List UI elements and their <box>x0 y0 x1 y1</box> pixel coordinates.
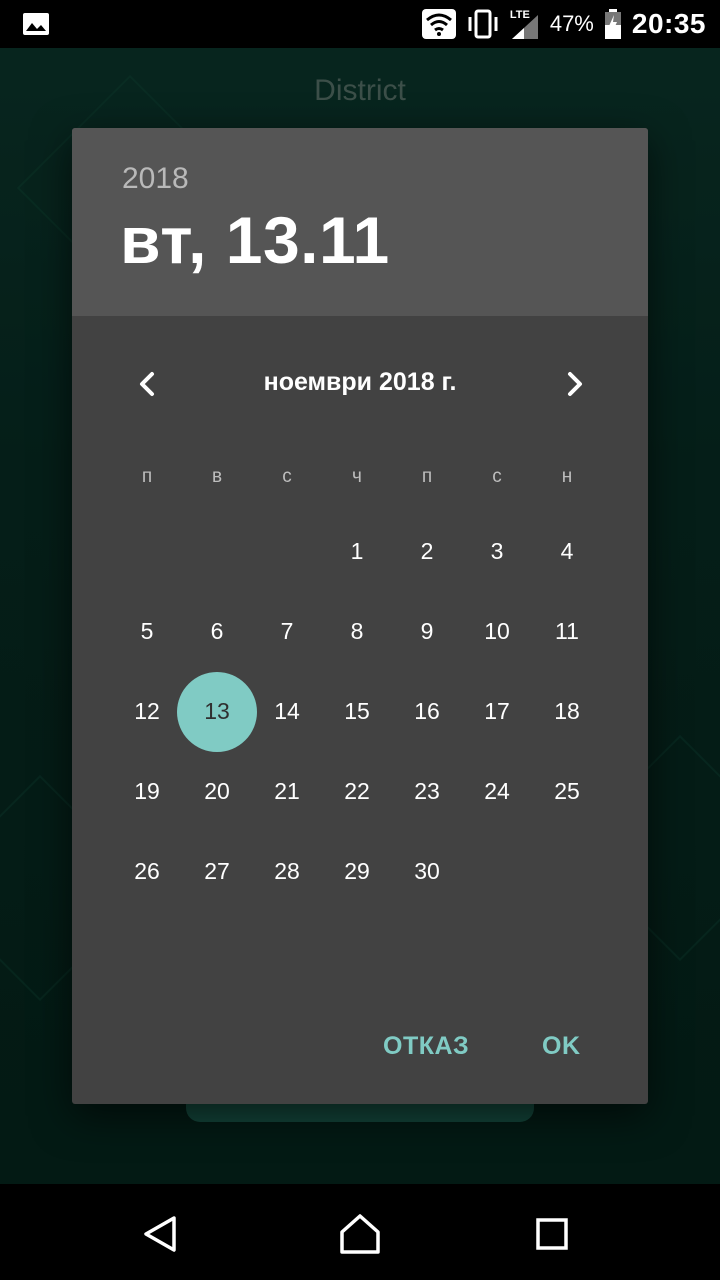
image-icon <box>23 13 49 35</box>
calendar-day[interactable]: 27 <box>182 858 252 885</box>
calendar-day[interactable]: 7 <box>252 618 322 645</box>
navigation-bar <box>0 1184 720 1280</box>
vibrate-icon <box>468 9 498 39</box>
calendar-day[interactable]: 26 <box>112 858 182 885</box>
weekday-label: с <box>492 466 502 487</box>
calendar-day[interactable]: 18 <box>532 698 602 725</box>
calendar-day[interactable]: 6 <box>182 618 252 645</box>
calendar-day[interactable]: 25 <box>532 778 602 805</box>
calendar-day[interactable]: 11 <box>532 618 602 645</box>
signal-indicator: LTE <box>510 7 540 41</box>
clock: 20:35 <box>631 8 706 39</box>
calendar-day[interactable]: 5 <box>112 618 182 645</box>
status-bar: LTE 47% 20:35 <box>0 0 720 48</box>
calendar-day[interactable]: 30 <box>392 858 462 885</box>
battery-icon <box>604 9 621 39</box>
calendar-day[interactable]: 20 <box>182 778 252 805</box>
selected-date-label[interactable]: вт, 13.11 <box>120 202 390 278</box>
calendar-day-selected[interactable]: 13 <box>182 698 252 725</box>
cancel-button[interactable]: ОТКАЗ <box>383 1032 469 1061</box>
weekday-label: н <box>561 466 573 487</box>
calendar-day[interactable]: 24 <box>462 778 532 805</box>
calendar-day[interactable]: 2 <box>392 538 462 565</box>
home-icon[interactable] <box>338 1212 382 1256</box>
date-picker-header: 2018 вт, 13.11 <box>72 128 648 316</box>
calendar-day[interactable]: 8 <box>322 618 392 645</box>
weekday-label: ч <box>352 466 362 487</box>
calendar-day[interactable]: 29 <box>322 858 392 885</box>
calendar-day[interactable]: 16 <box>392 698 462 725</box>
back-icon[interactable] <box>138 1212 182 1256</box>
calendar-day[interactable]: 15 <box>322 698 392 725</box>
calendar-day[interactable]: 22 <box>322 778 392 805</box>
calendar-day[interactable]: 19 <box>112 778 182 805</box>
calendar-day[interactable]: 1 <box>322 538 392 565</box>
calendar-day[interactable]: 9 <box>392 618 462 645</box>
calendar-day[interactable]: 12 <box>112 698 182 725</box>
weekday-label: п <box>421 466 433 487</box>
calendar-day[interactable]: 17 <box>462 698 532 725</box>
calendar-day[interactable]: 23 <box>392 778 462 805</box>
date-picker-dialog: 2018 вт, 13.11 ноември 2018 г. пвсчпсн 1… <box>72 128 648 1104</box>
signal-icon <box>511 15 538 39</box>
recents-icon[interactable] <box>530 1212 574 1256</box>
chevron-right-icon[interactable] <box>554 364 594 404</box>
calendar-day[interactable]: 4 <box>532 538 602 565</box>
wifi-icon <box>421 9 456 39</box>
calendar-day[interactable]: 10 <box>462 618 532 645</box>
year-label[interactable]: 2018 <box>122 162 189 196</box>
calendar-day[interactable]: 14 <box>252 698 322 725</box>
weekday-label: п <box>141 466 153 487</box>
ok-button[interactable]: OK <box>542 1032 581 1061</box>
weekday-label: в <box>211 466 223 487</box>
calendar-day[interactable]: 21 <box>252 778 322 805</box>
calendar-day[interactable]: 28 <box>252 858 322 885</box>
calendar-day[interactable]: 3 <box>462 538 532 565</box>
weekday-label: с <box>282 466 292 487</box>
battery-percent: 47% <box>549 11 594 36</box>
